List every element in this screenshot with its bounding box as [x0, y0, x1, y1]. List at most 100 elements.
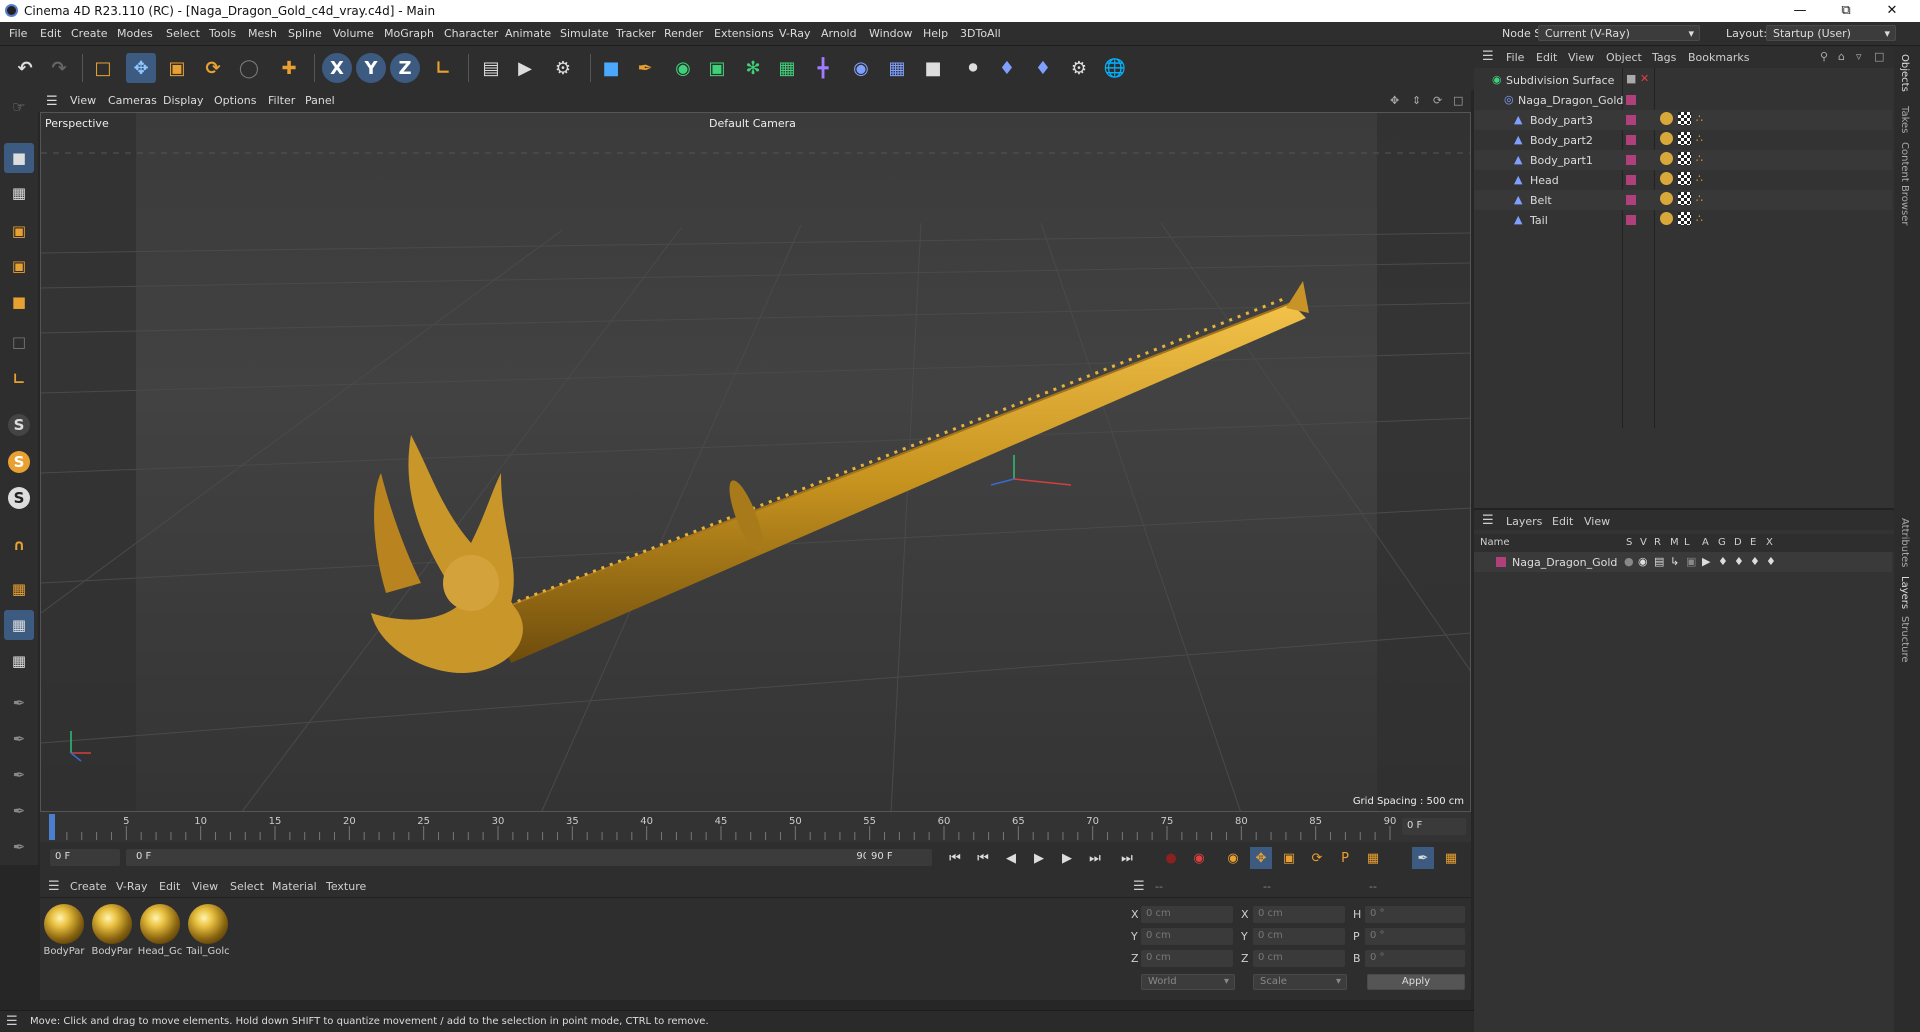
menu-tools[interactable]: Tools: [209, 27, 236, 40]
snap-icon[interactable]: S: [4, 410, 34, 440]
filter-icon[interactable]: ▿: [1856, 50, 1862, 63]
obj-menu-edit[interactable]: Edit: [1536, 51, 1557, 64]
mat-menu-view[interactable]: View: [192, 880, 218, 893]
tab-content-browser[interactable]: Content Browser: [1899, 142, 1910, 225]
size-z-field[interactable]: 0 cm: [1253, 950, 1345, 967]
vray-tag-icon[interactable]: ∴: [1696, 172, 1703, 185]
viewport-3d[interactable]: Perspective Default Camera Grid Spacing …: [40, 112, 1471, 812]
tab-structure[interactable]: Structure: [1899, 616, 1910, 663]
undo-icon[interactable]: ↶: [10, 53, 40, 83]
rot-b-field[interactable]: 0 °: [1365, 950, 1465, 967]
object-row-body-part1[interactable]: ▲ Body_part1 ∴: [1474, 150, 1892, 170]
minimize-icon[interactable]: —: [1777, 0, 1823, 22]
magnet-icon[interactable]: ∩: [4, 530, 34, 560]
next-frame-icon[interactable]: ▶: [1056, 847, 1078, 869]
material-slot[interactable]: BodyPar: [89, 904, 135, 957]
material-tag-icon[interactable]: [1660, 152, 1673, 165]
object-row-belt[interactable]: ▲ Belt ∴: [1474, 190, 1892, 210]
vp-menu-view[interactable]: View: [70, 94, 96, 107]
menu-animate[interactable]: Animate: [505, 27, 551, 40]
brush-icon[interactable]: ✒: [4, 760, 34, 790]
redo-icon[interactable]: ↷: [44, 53, 74, 83]
transform-icon[interactable]: ✚: [274, 53, 304, 83]
pen-spline-icon[interactable]: ✒: [630, 53, 660, 83]
mat-menu-material[interactable]: Material: [272, 880, 317, 893]
obj-menu-tags[interactable]: Tags: [1652, 51, 1676, 64]
obj-menu-bookmarks[interactable]: Bookmarks: [1688, 51, 1749, 64]
object-row-subdivision[interactable]: ◉ Subdivision Surface ■ ✕: [1474, 70, 1892, 90]
apply-button[interactable]: Apply: [1367, 974, 1465, 990]
layer-color-swatch[interactable]: [1626, 115, 1636, 125]
menu-character[interactable]: Character: [444, 27, 498, 40]
visible-icon[interactable]: ◉: [1638, 555, 1648, 568]
menu-arnold[interactable]: Arnold: [821, 27, 857, 40]
pan-icon[interactable]: ✥: [1390, 94, 1399, 107]
autokey-icon[interactable]: ◉: [1188, 847, 1210, 869]
menu-select[interactable]: Select: [166, 27, 200, 40]
points-mode-icon[interactable]: ▣: [4, 216, 34, 246]
pos-x-field[interactable]: 0 cm: [1141, 906, 1233, 923]
snap-settings-icon[interactable]: S: [4, 447, 34, 477]
goto-end-icon[interactable]: ⏭: [1116, 847, 1138, 869]
globe-icon[interactable]: 🌐: [1100, 53, 1130, 83]
menu-tracker[interactable]: Tracker: [616, 27, 656, 40]
prev-frame-icon[interactable]: ◀: [1000, 847, 1022, 869]
obj-menu-object[interactable]: Object: [1606, 51, 1642, 64]
uv-mode-icon[interactable]: □: [4, 327, 34, 357]
menu-volume[interactable]: Volume: [333, 27, 374, 40]
uvw-tag-icon[interactable]: [1678, 192, 1691, 205]
light-icon[interactable]: ⚫: [958, 53, 988, 83]
material-tag-icon[interactable]: [1660, 112, 1673, 125]
uvw-tag-icon[interactable]: [1678, 112, 1691, 125]
coordinate-system-icon[interactable]: ∟: [428, 53, 458, 83]
mat-hamburger-icon[interactable]: ☰: [48, 879, 60, 894]
lock-icon[interactable]: ▣: [1686, 555, 1696, 568]
workplane-icon[interactable]: ▦: [4, 574, 34, 604]
object-row-tail[interactable]: ▲ Tail ∴: [1474, 210, 1892, 230]
object-row-head[interactable]: ▲ Head ∴: [1474, 170, 1892, 190]
mat-menu-edit[interactable]: Edit: [159, 880, 180, 893]
python-icon[interactable]: ♦: [992, 53, 1022, 83]
end-frame-field[interactable]: 90 F: [866, 849, 932, 866]
vp-menu-display[interactable]: Display: [163, 94, 204, 107]
solo-icon[interactable]: ●: [1624, 555, 1634, 568]
prev-key-icon[interactable]: ⏮: [972, 847, 994, 869]
uvw-tag-icon[interactable]: [1678, 212, 1691, 225]
mat-menu-vray[interactable]: V-Ray: [116, 880, 148, 893]
locked-workplane-icon[interactable]: ▦: [4, 646, 34, 676]
layer-color-swatch[interactable]: [1626, 95, 1636, 105]
vray-tag-icon[interactable]: ∴: [1696, 112, 1703, 125]
layer-row[interactable]: Naga_Dragon_Gold ● ◉ ▤ ↳ ▣ ▶ ♦ ♦ ♦ ♦: [1474, 552, 1892, 572]
camera-label[interactable]: Default Camera: [709, 117, 796, 130]
menu-modes[interactable]: Modes: [117, 27, 153, 40]
zoom-icon[interactable]: ⇕: [1412, 94, 1421, 107]
next-key-icon[interactable]: ⏭: [1084, 847, 1106, 869]
camera-icon[interactable]: ■: [918, 53, 948, 83]
material-slot[interactable]: BodyPar: [41, 904, 87, 957]
material-tag-icon[interactable]: [1660, 172, 1673, 185]
sculpt-icon[interactable]: ✒: [4, 724, 34, 754]
layer-color-swatch[interactable]: [1626, 135, 1636, 145]
uvw-tag-icon[interactable]: [1678, 132, 1691, 145]
mat-menu-select[interactable]: Select: [230, 880, 264, 893]
render-region-icon[interactable]: ▤: [476, 53, 506, 83]
current-frame-field[interactable]: 0 F: [1402, 818, 1466, 835]
start-frame-field[interactable]: 0 F: [50, 849, 120, 866]
layers-hamburger-icon[interactable]: ☰: [1482, 513, 1494, 528]
layout-dropdown[interactable]: Startup (User) ▾: [1766, 25, 1896, 41]
vray-tag-icon[interactable]: ∴: [1696, 132, 1703, 145]
python-generator-icon[interactable]: ♦: [1028, 53, 1058, 83]
deformer-icon[interactable]: ╋: [808, 53, 838, 83]
size-y-field[interactable]: 0 cm: [1253, 928, 1345, 945]
live-selection-icon[interactable]: □: [88, 53, 118, 83]
uvw-tag-icon[interactable]: [1678, 152, 1691, 165]
key-pla-icon[interactable]: ▦: [1362, 847, 1384, 869]
dopesheet-icon[interactable]: ▦: [1440, 847, 1462, 869]
world-dropdown[interactable]: World ▾: [1141, 974, 1235, 990]
material-slot[interactable]: Head_Gc: [137, 904, 183, 957]
menu-file[interactable]: File: [9, 27, 27, 40]
expressions-icon[interactable]: ♦: [1750, 555, 1760, 568]
smooth-icon[interactable]: ✒: [4, 796, 34, 826]
field-icon[interactable]: ◉: [846, 53, 876, 83]
layer-color-swatch[interactable]: [1626, 175, 1636, 185]
